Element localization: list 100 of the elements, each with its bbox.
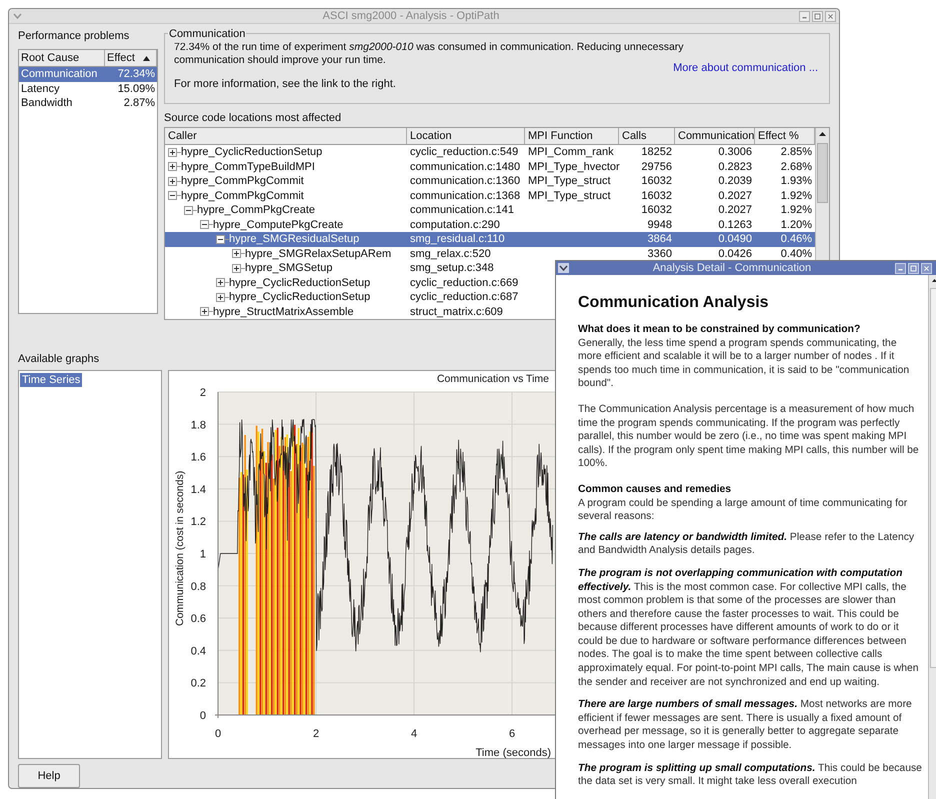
tree-item-label: hypre_StructMatrixAssemble	[213, 304, 354, 319]
section-label: Source code locations most affected	[164, 111, 342, 126]
table-cell-text: smg_setup.c:348	[409, 261, 495, 276]
column-header[interactable]: Effect	[105, 50, 157, 66]
close-icon[interactable]	[825, 10, 836, 22]
tick-label: 0.6	[190, 613, 206, 626]
expand-icon[interactable]	[168, 176, 177, 186]
paragraph: The calls are latency or bandwidth limited. Please refer to the Latency and Bandwidth Analysis details pages.	[578, 530, 916, 558]
tree-item-label: hypre_CyclicReductionSetup	[229, 276, 370, 290]
section-heading: Common causes and remedies	[578, 482, 732, 497]
table-row[interactable]: hypre_CommPkgCommit communication.c:1368 MPI_Type_struct 16032 0.2027 1.92%	[165, 188, 815, 203]
column-header[interactable]: Root Cause	[19, 50, 105, 66]
table-cell: 0.40%	[780, 248, 812, 260]
tree-item-label: hypre_CyclicReductionSetup	[229, 290, 370, 305]
window-title: ASCI smg2000 - Analysis - OptiPath	[322, 8, 500, 24]
table-row[interactable]: Latency 15.09%	[19, 82, 157, 96]
maximize-icon[interactable]	[812, 10, 823, 22]
table-cell: MPI_Type_struct	[528, 175, 611, 187]
close-icon[interactable]	[921, 262, 932, 274]
expand-icon[interactable]	[168, 162, 177, 172]
tree-item-label: hypre_ComputePkgCreate	[213, 218, 344, 232]
table-cell: 0.46%	[780, 233, 812, 245]
table-cell: MPI_Comm_rank	[528, 146, 614, 158]
tree-item-label: hypre_CommTypeBuildMPI	[181, 160, 315, 174]
tick-label: 1.8	[190, 419, 206, 432]
expand-icon[interactable]	[216, 292, 225, 302]
table-cell: 16032	[641, 175, 672, 187]
column-header[interactable]: Caller	[165, 128, 407, 144]
collapse-icon[interactable]	[184, 206, 193, 215]
table-row[interactable]: hypre_CyclicReductionSetup cyclic_reduction.c:669	[165, 276, 815, 290]
table-cell-text: cyclic_reduction.c:669	[409, 276, 520, 290]
table-cell: 0.0490	[718, 233, 752, 245]
table-row[interactable]: hypre_SMGRelaxSetupARem smg_relax.c:520 3360 0.0426 0.40%	[165, 246, 815, 261]
column-header[interactable]: Location	[407, 128, 525, 144]
table-cell: 9948	[648, 218, 672, 230]
table-cell-text: communication.c:141	[409, 203, 515, 218]
section-label: Available graphs	[18, 352, 100, 367]
table-cell: 0.2027	[718, 190, 752, 202]
table-row[interactable]: hypre_CyclicReductionSetup cyclic_reduction.c:549 MPI_Comm_rank 18252 0.3006 2.85%	[165, 145, 815, 160]
collapse-icon[interactable]	[216, 234, 225, 244]
table-row[interactable]: Communication 72.34%	[19, 67, 157, 82]
table-cell-text: communication.c:1480	[409, 160, 522, 174]
tick-label: 0	[214, 728, 222, 740]
table-row[interactable]: hypre_CommTypeBuildMPI communication.c:1480 MPI_Type_hvector 29756 0.2823 2.68%	[165, 160, 815, 174]
help-button[interactable]: Help	[18, 764, 80, 788]
list-item[interactable]: Time Series	[20, 373, 82, 387]
table-cell: 29756	[641, 160, 672, 172]
table-cell-text: smg_relax.c:520	[409, 246, 492, 262]
table-cell: 0.2039	[718, 175, 752, 187]
table-cell-text: cyclic_reduction.c:549	[409, 145, 520, 160]
window-menu-icon[interactable]	[558, 263, 569, 273]
tick-label: 4	[410, 728, 418, 740]
group-title: Communication	[168, 26, 246, 42]
tick-label: 0	[200, 710, 206, 722]
tick-label: 0.4	[190, 645, 206, 658]
section-heading: What does it mean to be constrained by communication?	[578, 323, 862, 337]
table-cell: 0.0426	[718, 248, 752, 260]
collapse-icon[interactable]	[168, 191, 177, 200]
tick-label: 1.4	[190, 484, 206, 496]
table-cell-text: communication.c:1368	[409, 188, 522, 204]
collapse-icon[interactable]	[200, 220, 209, 230]
tick-label: 2	[312, 728, 320, 740]
table-cell: MPI_Type_hvector	[528, 160, 620, 172]
table-cell: 1.20%	[780, 218, 812, 230]
minimize-icon[interactable]	[799, 10, 810, 22]
table-cell: 2.85%	[780, 146, 812, 158]
table-cell: 3360	[648, 248, 672, 260]
table-row[interactable]: hypre_CommPkgCommit communication.c:1360 MPI_Type_struct 16032 0.2039 1.93%	[165, 174, 815, 188]
table-row[interactable]: hypre_ComputePkgCreate computation.c:290 9948 0.1263 1.20%	[165, 218, 815, 232]
expand-icon[interactable]	[168, 148, 177, 157]
expand-icon[interactable]	[200, 307, 209, 316]
table-row[interactable]: hypre_CommPkgCreate communication.c:141 16032 0.2027 1.92%	[165, 203, 815, 218]
expand-icon[interactable]	[232, 249, 241, 258]
tick-label: 1	[200, 548, 206, 560]
minimize-icon[interactable]	[895, 262, 906, 274]
tree-item-label: hypre_SMGResidualSetup	[229, 232, 360, 247]
tick-label: 0.8	[190, 580, 206, 593]
table-cell-text: cyclic_reduction.c:687	[409, 290, 520, 305]
chart-title: Communication vs Time	[436, 373, 549, 385]
axis-label: Time (seconds)	[476, 747, 551, 759]
maximize-icon[interactable]	[908, 262, 919, 274]
tree-item-label: hypre_CommPkgCommit	[181, 188, 304, 204]
table-cell: 1.92%	[780, 204, 812, 216]
column-header[interactable]: MPI Function	[525, 128, 619, 144]
tick-label: 2	[200, 387, 206, 399]
tree-item-label: hypre_CommPkgCommit	[181, 174, 304, 189]
column-header[interactable]: Calls	[619, 128, 675, 144]
table-row[interactable]: Bandwidth 2.87%	[19, 96, 157, 110]
detail-heading: Communication Analysis	[578, 293, 770, 313]
table-row[interactable]: hypre_SMGResidualSetup smg_residual.c:110 3864 0.0490 0.46%	[165, 232, 815, 246]
column-header[interactable]: Effect %	[755, 128, 815, 144]
table-cell: 16032	[641, 204, 672, 216]
tree-item-label: hypre_SMGSetup	[245, 261, 332, 276]
table-cell: 0.2823	[718, 160, 752, 172]
expand-icon[interactable]	[232, 264, 241, 273]
paragraph: The program is not overlapping communication with computation effectively. This is the most common case. For collective MPI calls, the most common problem is that some of the processes are slower than others and therefore cause the faster processes to wait. This could be because different processes have different amounts of work to do or it could be due to hardware or software performance differences between nodes. The goal is to make the time spent between collective calls approximately equal. For point-to-point MPI calls, The main cause is when the sender and receiver are not synchronized and end up waiting.	[578, 566, 920, 690]
column-header[interactable]: Communication	[675, 128, 755, 144]
paragraph: The program is splitting up small computations. This could be because the data set is very small. It might take less overall execution	[578, 762, 922, 789]
expand-icon[interactable]	[216, 278, 225, 288]
section-label: Performance problems	[18, 29, 130, 44]
